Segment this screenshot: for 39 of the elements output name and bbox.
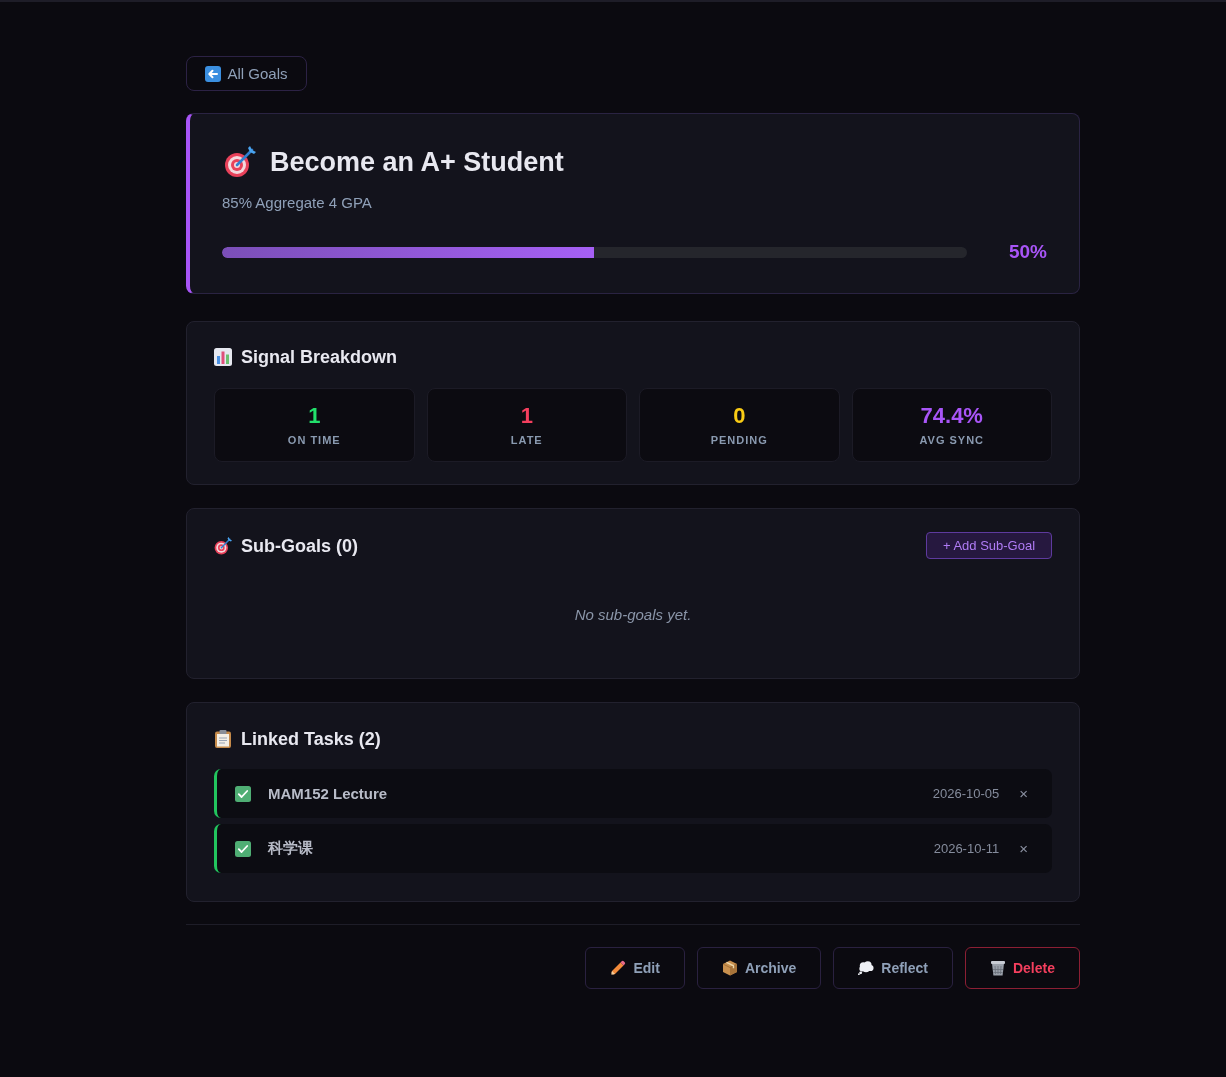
checked-checkbox-icon[interactable] [235,840,251,857]
stat-label: AVG SYNC [919,433,985,447]
clipboard-icon [214,730,232,748]
stat-value: 1 [308,403,321,429]
stat-value: 74.4% [920,403,983,429]
stat-label: LATE [510,433,543,447]
pencil-icon [610,960,627,976]
goal-description: 85% Aggregate 4 GPA [222,193,373,213]
thought-bubble-icon [858,960,875,976]
progress-percent: 50% [1008,241,1047,263]
edit-button[interactable]: Edit [585,947,685,989]
reflect-button[interactable]: Reflect [833,947,953,989]
task-title: MAM152 Lecture [268,785,389,802]
wastebasket-icon [989,960,1006,976]
checked-checkbox-icon[interactable] [235,785,251,802]
add-sub-goal-button[interactable]: + Add Sub-Goal [926,532,1052,559]
stat-value: 0 [733,403,746,429]
section-title: Linked Tasks (2) [241,728,381,751]
task-date: 2026-10-05 [932,786,1000,801]
task-row[interactable]: 科学课 2026-10-11 × [214,824,1052,873]
target-icon [214,536,232,555]
section-title: Sub-Goals (0) [241,534,358,558]
back-button[interactable]: All Goals [186,56,307,91]
stat-label: PENDING [710,433,768,447]
package-icon [721,960,738,976]
remove-button[interactable]: × [1015,783,1032,804]
task-date: 2026-10-11 [933,841,1000,856]
target-icon [224,146,256,178]
delete-button[interactable]: Delete [964,947,1080,989]
bar-chart-icon [214,348,232,366]
remove-button[interactable]: × [1015,838,1032,859]
section-title: Signal Breakdown [241,346,398,369]
goal-title: Become an A+ Student [270,146,564,178]
archive-button[interactable]: Archive [696,947,822,989]
stat-value: 1 [520,403,533,429]
task-row[interactable]: MAM152 Lecture 2026-10-05 × [214,769,1052,818]
empty-state-text: No sub-goals yet. [573,605,693,625]
task-title: 科学课 [268,839,314,858]
stat-label: ON TIME [287,433,341,447]
